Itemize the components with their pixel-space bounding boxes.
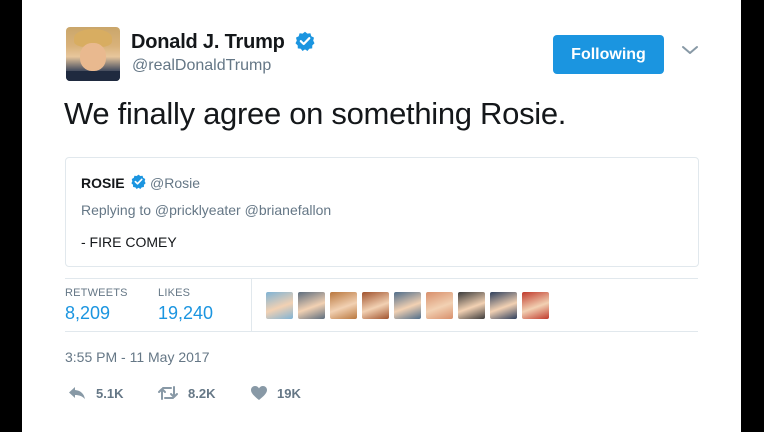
quoted-author-handle[interactable]: @Rosie (150, 175, 200, 191)
stats-top-divider (65, 278, 698, 279)
liker-avatar-3[interactable] (330, 292, 357, 319)
reply-action[interactable]: 5.1K (67, 385, 123, 401)
retweet-icon (158, 386, 178, 400)
liker-avatar-5[interactable] (394, 292, 421, 319)
retweet-action[interactable]: 8.2K (157, 385, 215, 401)
following-button[interactable]: Following (553, 35, 664, 74)
liker-avatar-7[interactable] (458, 292, 485, 319)
retweets-label: RETWEETS (65, 287, 128, 299)
quoted-reply-context: Replying to @pricklyeater @brianefallon (81, 202, 332, 218)
liker-avatar-8[interactable] (490, 292, 517, 319)
author-avatar[interactable] (66, 27, 120, 81)
stats-bottom-divider (65, 331, 698, 332)
like-count: 19K (277, 385, 301, 401)
reply-count: 5.1K (96, 385, 124, 401)
reply-icon (69, 387, 85, 399)
verified-badge-icon (295, 31, 315, 51)
heart-icon (251, 386, 267, 400)
quoted-verified-badge-icon (131, 174, 146, 189)
chevron-down-icon[interactable] (681, 43, 699, 57)
retweets-count[interactable]: 8,209 (65, 303, 110, 324)
tweet-text: We finally agree on something Rosie. (64, 96, 567, 131)
author-handle[interactable]: @realDonaldTrump (132, 57, 271, 75)
avatar-suit (66, 71, 120, 81)
quoted-tweet[interactable]: ROSIE @Rosie Replying to @pricklyeater @… (65, 157, 699, 267)
tweet-card: Donald J. Trump @realDonaldTrump Followi… (22, 0, 741, 432)
retweet-count: 8.2K (188, 385, 216, 401)
tweet-timestamp[interactable]: 3:55 PM - 11 May 2017 (65, 349, 209, 365)
quoted-author-name[interactable]: ROSIE (81, 175, 125, 191)
liker-avatar-6[interactable] (426, 292, 453, 319)
author-name[interactable]: Donald J. Trump (131, 31, 285, 54)
liker-avatar-1[interactable] (266, 292, 293, 319)
stats-separator (251, 279, 252, 331)
liker-avatar-2[interactable] (298, 292, 325, 319)
likes-count[interactable]: 19,240 (158, 303, 213, 324)
likes-label: LIKES (158, 287, 191, 299)
liker-avatar-9[interactable] (522, 292, 549, 319)
avatar-face (80, 43, 106, 71)
like-action[interactable]: 19K (250, 385, 301, 401)
liker-avatars (266, 292, 549, 319)
quoted-tweet-text: - FIRE COMEY (81, 234, 177, 250)
liker-avatar-4[interactable] (362, 292, 389, 319)
